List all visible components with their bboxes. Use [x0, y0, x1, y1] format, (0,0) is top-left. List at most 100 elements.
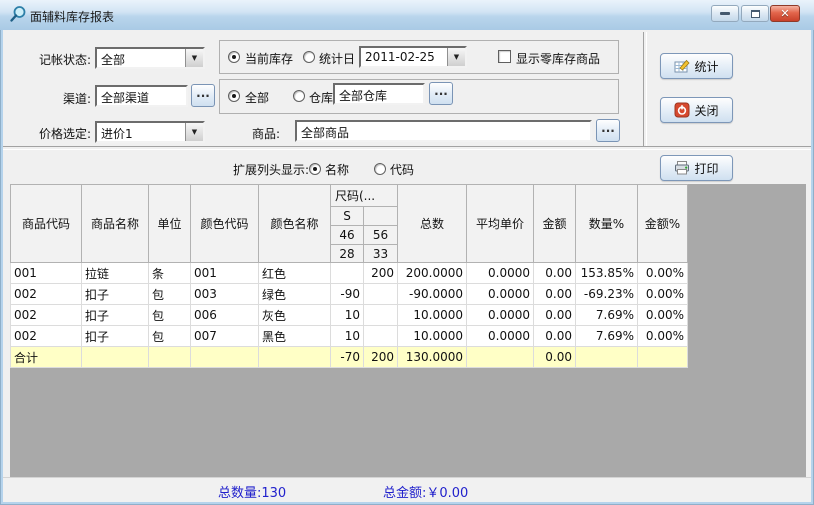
product-value: 全部商品: [301, 124, 349, 141]
warehouse-field[interactable]: 全部仓库: [333, 83, 425, 105]
table-cell: [149, 347, 191, 368]
warehouse-value: 全部仓库: [339, 87, 387, 104]
column-header[interactable]: 总数: [398, 185, 467, 263]
table-cell: [82, 347, 149, 368]
product-field[interactable]: 全部商品: [295, 120, 592, 142]
column-header[interactable]: 数量%: [576, 185, 638, 263]
table-cell: 006: [191, 305, 259, 326]
extended-code-label: 代码: [390, 161, 414, 178]
table-cell: 包: [149, 284, 191, 305]
extended-name-radio[interactable]: [309, 163, 321, 175]
client-area: 记帐状态: 全部 ▼ 当前库存 统计日 2011-02-25 ▼ 显示零库存商品…: [3, 30, 811, 501]
close-button[interactable]: 关闭: [660, 97, 733, 123]
table-cell: 10: [331, 305, 364, 326]
size-sub-header[interactable]: 56: [364, 226, 398, 245]
channel-field[interactable]: 全部渠道: [95, 85, 188, 107]
close-icon: ✕: [780, 8, 789, 19]
extended-code-radio[interactable]: [374, 163, 386, 175]
stat-date-picker[interactable]: 2011-02-25 ▼: [359, 46, 467, 68]
size-sub-header[interactable]: S: [331, 207, 364, 226]
stat-date-radio[interactable]: [303, 51, 315, 63]
table-cell: 001: [191, 263, 259, 284]
minimize-icon: [720, 12, 730, 15]
table-cell: 0.00%: [638, 305, 688, 326]
accounting-status-combobox[interactable]: 全部 ▼: [95, 47, 205, 69]
table-row[interactable]: 002扣子包006灰色1010.00000.00000.007.69%0.00%: [11, 305, 688, 326]
extended-header-label: 扩展列头显示:: [233, 161, 309, 178]
chevron-down-icon[interactable]: ▼: [185, 123, 203, 141]
table-cell: 扣子: [82, 284, 149, 305]
size-sub-header[interactable]: 28: [331, 245, 364, 263]
current-stock-label: 当前库存: [245, 50, 293, 67]
show-zero-stock-label: 显示零库存商品: [516, 50, 600, 67]
table-cell: 红色: [259, 263, 331, 284]
table-cell: 条: [149, 263, 191, 284]
size-sub-header[interactable]: [364, 207, 398, 226]
table-row[interactable]: 002扣子包003绿色-90-90.00000.00000.00-69.23%0…: [11, 284, 688, 305]
table-cell: -90: [331, 284, 364, 305]
printer-icon: [674, 160, 690, 176]
column-header[interactable]: 平均单价: [467, 185, 534, 263]
table-cell: 0.0000: [467, 284, 534, 305]
table-cell: 002: [11, 326, 82, 347]
table-cell: 200: [364, 263, 398, 284]
price-combobox[interactable]: 进价1 ▼: [95, 121, 205, 143]
table-cell: 0.00: [534, 263, 576, 284]
accounting-status-label: 记帐状态:: [13, 51, 91, 68]
warehouse-label: 仓库: [309, 89, 333, 106]
table-row[interactable]: 002扣子包007黑色1010.00000.00000.007.69%0.00%: [11, 326, 688, 347]
price-label: 价格选定:: [13, 125, 91, 142]
close-button-label: 关闭: [694, 102, 718, 119]
channel-browse-button[interactable]: ...: [191, 84, 215, 107]
warehouse-browse-button[interactable]: ...: [429, 82, 453, 105]
price-value: 进价1: [101, 125, 133, 142]
size-sub-header[interactable]: 46: [331, 226, 364, 245]
total-row[interactable]: 合计-70200130.00000.00: [11, 347, 688, 368]
inventory-grid[interactable]: 商品代码 商品名称 单位 颜色代码 颜色名称 尺码(... 总数 平均单价 金额…: [10, 184, 806, 477]
all-warehouses-radio[interactable]: [228, 90, 240, 102]
statistics-button[interactable]: 统计: [660, 53, 733, 79]
table-cell: 003: [191, 284, 259, 305]
column-header[interactable]: 商品代码: [11, 185, 82, 263]
channel-label: 渠道:: [13, 90, 91, 107]
table-cell: 扣子: [82, 326, 149, 347]
current-stock-radio[interactable]: [228, 51, 240, 63]
column-header[interactable]: 金额%: [638, 185, 688, 263]
table-cell: [364, 326, 398, 347]
table-cell: [576, 347, 638, 368]
column-header[interactable]: 商品名称: [82, 185, 149, 263]
table-cell: [364, 284, 398, 305]
chevron-down-icon[interactable]: ▼: [447, 48, 465, 66]
statistics-icon: [674, 58, 690, 74]
product-browse-button[interactable]: ...: [596, 119, 620, 142]
print-button[interactable]: 打印: [660, 155, 733, 181]
show-zero-stock-checkbox[interactable]: [498, 50, 511, 63]
stat-date-label: 统计日: [319, 50, 355, 67]
table-cell: 0.00%: [638, 326, 688, 347]
table-cell: [467, 347, 534, 368]
minimize-button[interactable]: [711, 5, 739, 22]
accounting-status-value: 全部: [101, 51, 125, 68]
table-cell: [331, 263, 364, 284]
column-header[interactable]: 金额: [534, 185, 576, 263]
titlebar: 面辅料库存报表 ✕: [0, 0, 814, 30]
column-header[interactable]: 颜色代码: [191, 185, 259, 263]
maximize-button[interactable]: [741, 5, 769, 22]
close-power-icon: [674, 102, 690, 118]
column-header[interactable]: 颜色名称: [259, 185, 331, 263]
size-sub-header[interactable]: 33: [364, 245, 398, 263]
table-cell: 200.0000: [398, 263, 467, 284]
table-cell: 7.69%: [576, 305, 638, 326]
table-row[interactable]: 001拉链条001红色200200.00000.00000.00153.85%0…: [11, 263, 688, 284]
chevron-down-icon[interactable]: ▼: [185, 49, 203, 67]
table-cell: [191, 347, 259, 368]
table-cell: 包: [149, 326, 191, 347]
size-group-header[interactable]: 尺码(...: [331, 185, 398, 207]
table-cell: -90.0000: [398, 284, 467, 305]
close-window-button[interactable]: ✕: [770, 5, 800, 22]
column-header[interactable]: 单位: [149, 185, 191, 263]
table-cell: 拉链: [82, 263, 149, 284]
table-cell: 绿色: [259, 284, 331, 305]
table-cell: [364, 305, 398, 326]
warehouse-radio[interactable]: [293, 90, 305, 102]
